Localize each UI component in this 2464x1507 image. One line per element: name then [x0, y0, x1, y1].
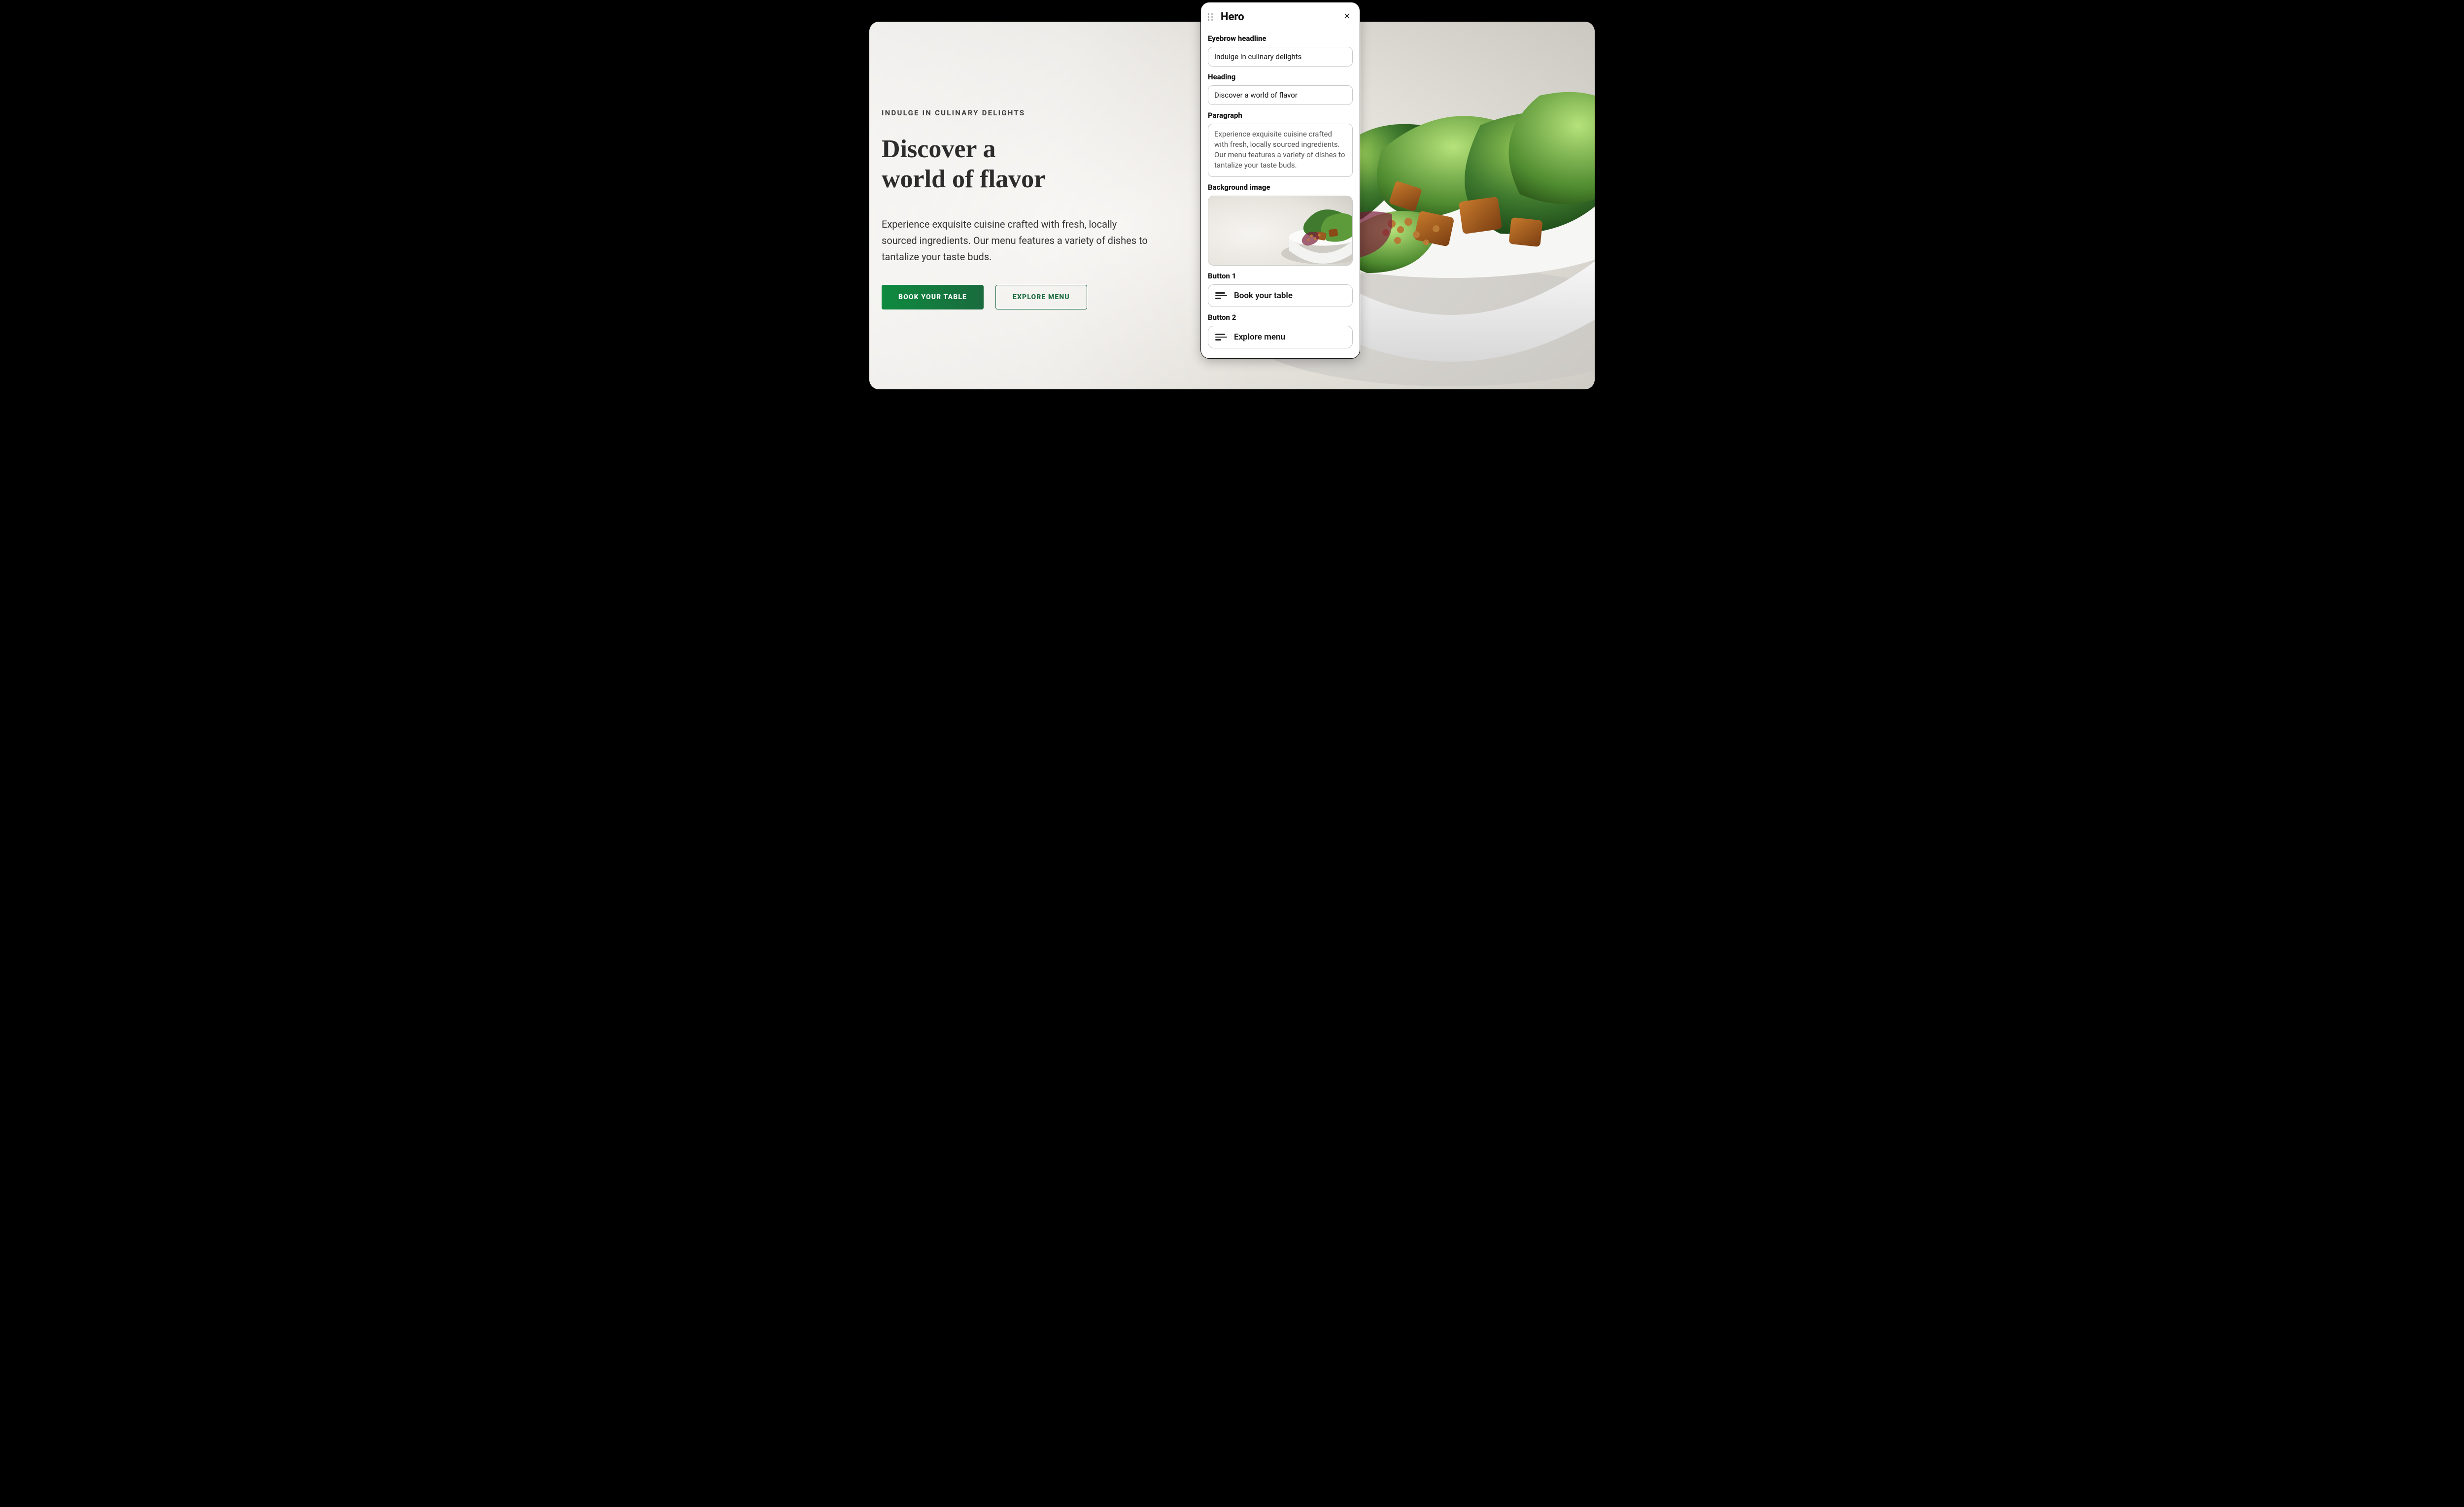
- heading-input[interactable]: [1208, 85, 1353, 105]
- hero-heading: Discover a world of flavor: [882, 134, 1158, 195]
- stage: INDULGE IN CULINARY DELIGHTS Discover a …: [862, 0, 1602, 400]
- button1-value: Book your table: [1234, 291, 1293, 301]
- hero-paragraph: Experience exquisite cuisine crafted wit…: [882, 216, 1148, 265]
- hero-editor-panel: Hero ✕ Eyebrow headline Heading Paragrap…: [1200, 2, 1360, 359]
- hero-heading-line1: Discover a: [882, 135, 996, 163]
- text-lines-icon: [1215, 334, 1227, 341]
- button1-field-label: Button 1: [1208, 272, 1353, 280]
- bgimage-field-label: Background image: [1208, 183, 1353, 192]
- paragraph-textarea[interactable]: Experience exquisite cuisine crafted wit…: [1208, 124, 1353, 177]
- heading-field-label: Heading: [1208, 72, 1353, 81]
- button2-row[interactable]: Explore menu: [1208, 326, 1353, 348]
- paragraph-field-label: Paragraph: [1208, 111, 1353, 120]
- close-icon[interactable]: ✕: [1341, 10, 1353, 23]
- hero-content: INDULGE IN CULINARY DELIGHTS Discover a …: [882, 108, 1158, 309]
- button1-row[interactable]: Book your table: [1208, 284, 1353, 307]
- drag-handle-icon[interactable]: [1208, 12, 1215, 22]
- hero-buttons: BOOK YOUR TABLE EXPLORE MENU: [882, 285, 1158, 309]
- panel-title: Hero: [1221, 11, 1335, 23]
- panel-header: Hero ✕: [1208, 10, 1353, 23]
- hero-eyebrow: INDULGE IN CULINARY DELIGHTS: [882, 108, 1158, 117]
- background-image-picker[interactable]: [1208, 196, 1353, 266]
- book-your-table-button[interactable]: BOOK YOUR TABLE: [882, 285, 984, 309]
- eyebrow-input[interactable]: [1208, 47, 1353, 67]
- button2-field-label: Button 2: [1208, 313, 1353, 322]
- button2-value: Explore menu: [1234, 332, 1285, 342]
- text-lines-icon: [1215, 292, 1227, 299]
- explore-menu-button[interactable]: EXPLORE MENU: [995, 285, 1087, 309]
- hero-heading-line2: world of flavor: [882, 165, 1045, 193]
- eyebrow-field-label: Eyebrow headline: [1208, 34, 1353, 43]
